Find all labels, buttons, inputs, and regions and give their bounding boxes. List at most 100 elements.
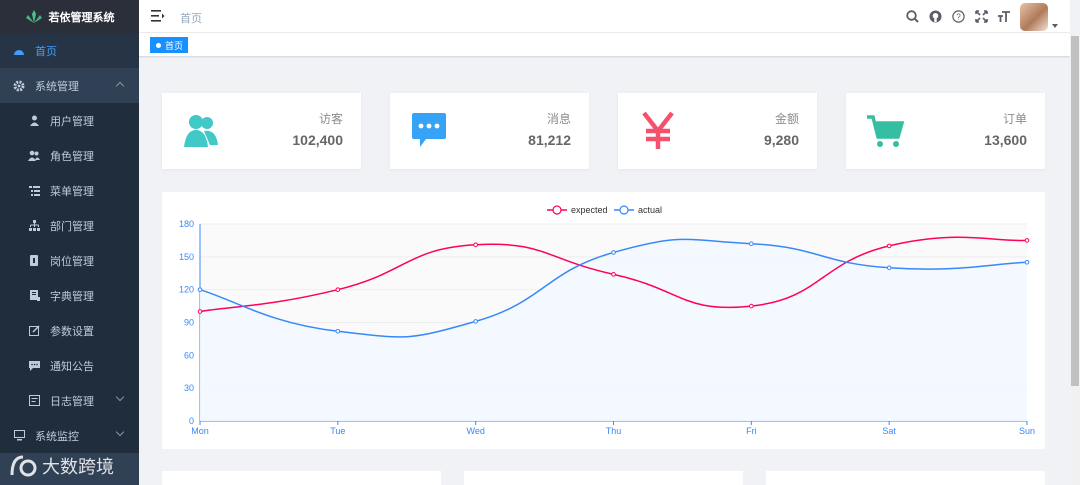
gear-icon xyxy=(12,79,26,93)
y-tick-label: 60 xyxy=(184,350,194,360)
scrollbar[interactable] xyxy=(1070,33,1080,485)
message-icon xyxy=(412,113,446,147)
chevron-up-icon xyxy=(115,81,125,91)
panel-label: 订单 xyxy=(1002,112,1027,126)
tags-view: 首页 xyxy=(139,33,1070,57)
data-point-actual xyxy=(886,265,892,271)
monitor-icon xyxy=(12,429,26,443)
logo[interactable]: 若依管理系统 xyxy=(0,0,139,33)
y-tick-label: 90 xyxy=(184,318,194,328)
peoples-icon xyxy=(184,115,218,147)
data-point-expected xyxy=(1024,238,1030,243)
sidebar-item-label: 用户管理 xyxy=(50,115,94,128)
sidebar-item-roles[interactable]: 角色管理 xyxy=(0,138,139,173)
fullscreen-icon[interactable] xyxy=(974,10,988,24)
y-tick-label: 30 xyxy=(184,383,194,393)
sidebar-item-label: 角色管理 xyxy=(50,150,94,163)
sidebar-item-home[interactable]: 首页 xyxy=(0,33,139,68)
sidebar-item-label: 系统管理 xyxy=(35,80,79,93)
sidebar-item-label: 参数设置 xyxy=(50,325,94,338)
panel-value: 81,212 xyxy=(528,132,571,148)
panel-value: 13,600 xyxy=(984,132,1027,148)
svg-text:?: ? xyxy=(956,13,961,22)
logo-icon xyxy=(25,9,42,23)
avatar[interactable] xyxy=(1020,2,1048,31)
panel-orders[interactable]: 订单 13,600 xyxy=(846,93,1045,169)
panel-value: 102,400 xyxy=(292,132,343,148)
tree-icon xyxy=(27,219,41,233)
sidebar-item-parameters[interactable]: 参数设置 xyxy=(0,313,139,348)
sidebar-item-monitor[interactable]: 系统监控 xyxy=(0,418,139,453)
sidebar-item-system[interactable]: 系统管理 xyxy=(0,68,139,103)
sidebar-item-label: 岗位管理 xyxy=(50,255,94,268)
y-tick-label: 0 xyxy=(189,416,194,426)
tree-table-icon xyxy=(27,184,41,198)
data-point-expected xyxy=(749,303,754,309)
watermark: 大数跨境 xyxy=(8,453,114,479)
chevron-down-icon xyxy=(115,427,125,437)
data-point-actual xyxy=(611,250,616,255)
sidebar-item-label: 首页 xyxy=(35,45,57,58)
message-icon xyxy=(27,359,41,373)
tag-label: 首页 xyxy=(165,40,184,51)
sidebar-item-menus[interactable]: 菜单管理 xyxy=(0,173,139,208)
search-icon[interactable] xyxy=(905,10,919,24)
sidebar-item-posts[interactable]: 岗位管理 xyxy=(0,243,139,278)
data-point-actual xyxy=(197,287,203,292)
font-size-icon[interactable] xyxy=(997,10,1011,24)
data-point-expected xyxy=(473,242,478,248)
chevron-down-icon xyxy=(115,392,125,402)
data-point-expected xyxy=(335,287,341,292)
peoples-icon xyxy=(27,149,41,163)
sidebar-item-dictionary[interactable]: 字典管理 xyxy=(0,278,139,313)
legend-label-actual: actual xyxy=(638,205,662,215)
panel-label: 金额 xyxy=(774,112,799,126)
x-tick-label: Wed xyxy=(466,426,484,436)
legend-label-expected: expected xyxy=(571,205,608,215)
tag-home[interactable]: 首页 xyxy=(150,37,189,53)
dashboard-icon xyxy=(12,44,26,58)
hamburger-icon[interactable] xyxy=(151,9,165,23)
x-tick-label: Tue xyxy=(330,426,345,436)
edit-icon xyxy=(27,324,41,338)
x-tick-label: Sat xyxy=(882,426,896,436)
log-icon xyxy=(27,394,41,408)
bottom-chart-card-2 xyxy=(464,471,743,485)
sidebar-item-label: 日志管理 xyxy=(50,395,94,408)
data-point-actual xyxy=(473,319,478,324)
y-tick-label: 120 xyxy=(179,285,194,295)
sidebar-item-users[interactable]: 用户管理 xyxy=(0,103,139,138)
y-tick-label: 180 xyxy=(179,219,194,229)
sidebar-item-label: 通知公告 xyxy=(50,360,94,373)
x-tick-label: Mon xyxy=(191,426,209,436)
money-icon xyxy=(642,111,674,149)
x-tick-label: Fri xyxy=(746,426,757,436)
panel-label: 访客 xyxy=(318,112,343,126)
x-tick-label: Sun xyxy=(1019,426,1035,436)
data-point-expected xyxy=(611,272,616,277)
y-tick-label: 150 xyxy=(179,252,194,262)
scrollbar-thumb[interactable] xyxy=(1071,36,1079,386)
x-tick-label: Thu xyxy=(606,426,622,436)
legend-marker-expected xyxy=(552,205,562,215)
sidebar-item-logs[interactable]: 日志管理 xyxy=(0,383,139,418)
legend-marker-actual xyxy=(619,205,629,215)
panel-messages[interactable]: 消息 81,212 xyxy=(390,93,589,169)
sidebar-item-label: 系统监控 xyxy=(35,430,79,443)
sidebar-item-departments[interactable]: 部门管理 xyxy=(0,208,139,243)
sidebar-item-notices[interactable]: 通知公告 xyxy=(0,348,139,383)
panel-amount[interactable]: 金额 9,280 xyxy=(618,93,817,169)
line-chart-card: 0 30 60 90 120 150 180 Mon Tue Wed Thu Fri Sat Sun exp… xyxy=(162,192,1045,449)
github-icon[interactable] xyxy=(928,10,942,24)
app-title: 若依管理系统 xyxy=(48,11,115,24)
shopping-icon xyxy=(867,115,905,147)
navbar: 首页 ? xyxy=(139,0,1070,33)
line-chart: 0 30 60 90 120 150 180 Mon Tue Wed Thu Fri Sat Sun exp… xyxy=(179,205,1035,436)
panel-visitors[interactable]: 访客 102,400 xyxy=(162,93,361,169)
panel-value: 9,280 xyxy=(763,132,799,148)
avatar-wrapper[interactable] xyxy=(1020,2,1058,31)
sidebar: 若依管理系统 首页 系统管理 用户管理 角色管理 菜单管理 部门管理 岗位管理 … xyxy=(0,0,139,485)
user-icon xyxy=(27,114,41,128)
panel-label: 消息 xyxy=(546,112,571,126)
question-icon[interactable]: ? xyxy=(951,10,965,24)
